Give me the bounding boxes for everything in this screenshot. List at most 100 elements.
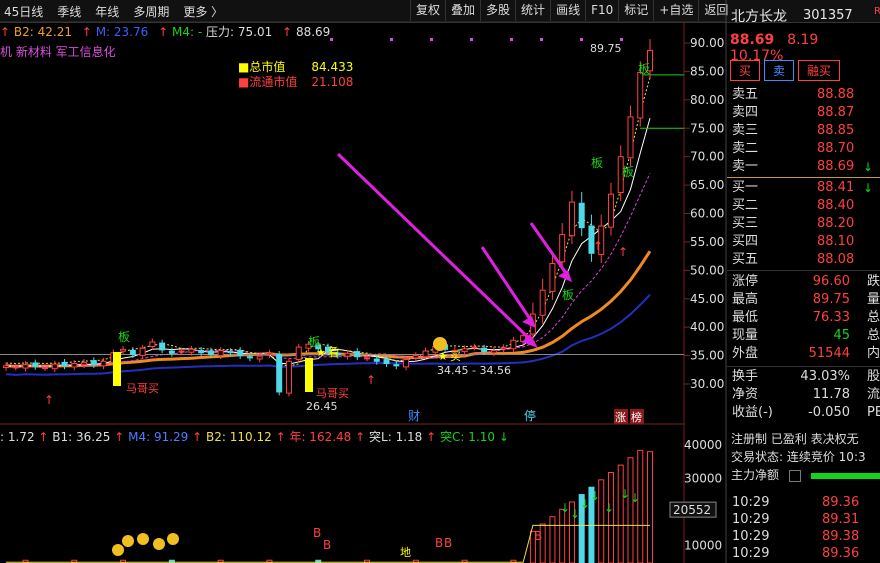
candle-body (90, 360, 97, 366)
dropdown-icon[interactable] (788, 469, 801, 482)
signal-bar (113, 352, 121, 386)
down-arrow-icon: ↓ (863, 160, 874, 174)
sell-button[interactable]: 卖 (764, 60, 795, 81)
stat-label: 最低 (732, 310, 759, 325)
ask-price: 88.88 (817, 87, 855, 102)
board-label: 板 (562, 288, 574, 302)
quote-stats: 涨停 96.60 跌 最高 89.75 量 最低 76.33 总 现量 45 总 外盘 51544… (727, 273, 880, 363)
m-value: M: 23.76 (95, 25, 149, 39)
candle-body (354, 351, 361, 358)
smiley-icon (137, 533, 149, 545)
volume-bar (607, 471, 614, 563)
square-icon: ■ (238, 75, 250, 89)
star-icon: ★ (438, 350, 448, 363)
stat-row: 净资 11.78 流 (727, 386, 880, 404)
last-arrow-icon: ↑ (282, 25, 293, 39)
candle-body (412, 355, 419, 359)
candle-body (207, 350, 214, 355)
price-axis: 90.00 85.00 80.00 75.00 70.00 65.00 60.00 55.00… (684, 36, 724, 391)
ma-white-line (5, 117, 651, 367)
down-arrow-icon: ↓ (590, 489, 600, 503)
annotation-arrow (480, 246, 534, 323)
tick-row: 10:29 89.36 (727, 494, 880, 511)
tick-price: 89.38 (822, 529, 860, 544)
finance-label: 财 (408, 409, 420, 423)
volume-axis-label: 10000 (684, 539, 722, 553)
stat-tail: 量 (867, 292, 880, 307)
board-label: 板 (622, 165, 634, 179)
candle-body (168, 350, 175, 354)
price-axis-label: 55.00 (690, 235, 724, 249)
up-arrow-icon: ↑ (192, 430, 203, 444)
ask-price: 88.87 (817, 105, 855, 120)
float-cap-value: 21.108 (311, 75, 354, 89)
price-axis-label: 30.00 (690, 377, 724, 391)
b-signal-label: B (435, 536, 443, 550)
square-icon: ■ (238, 60, 250, 74)
candle-body (100, 360, 107, 367)
stat-value: 89.75 (812, 292, 850, 307)
m-arrow-icon: ↑ (81, 25, 92, 39)
volume-bar (637, 449, 644, 563)
main-net-amount[interactable]: 主力净额 (727, 466, 880, 484)
legend-a: : 1.72 (0, 430, 35, 444)
kline-chart[interactable]: 90.00 85.00 80.00 75.00 70.00 65.00 60.00 55.00… (0, 0, 727, 563)
mage-buy-label: 马哥买 (126, 382, 159, 395)
stock-code: 301357 (803, 8, 853, 23)
up-arrow-icon: ↑ (275, 430, 286, 444)
b-signal-label: B (323, 538, 331, 552)
legend-tl: 突L: 1.18 (369, 430, 423, 444)
candle-body (217, 349, 224, 357)
ask-row: 卖四 88.87 (727, 104, 880, 122)
down-arrow-icon: ↓ (620, 487, 630, 501)
price-axis-label: 40.00 (690, 320, 724, 334)
candle-body (364, 357, 371, 360)
candle-body (256, 355, 263, 360)
chart-labels: 89.75 26.45 34.45 - 34.56 板 板 板 板 板 板 马哥… (44, 38, 650, 559)
ask-label: 卖四 (732, 105, 759, 120)
candle-body (578, 202, 585, 229)
ask-price: 88.85 (817, 123, 855, 138)
stat-tail: 内 (867, 346, 880, 361)
candle-body (295, 346, 302, 361)
candle-body (373, 358, 380, 362)
legend-m4: M4: 91.29 (128, 430, 189, 444)
marker-dot (540, 38, 543, 41)
candle-body (393, 364, 400, 367)
down-arrow-icon: ↓ (498, 430, 509, 444)
candle-body (159, 342, 166, 351)
main-net-label: 主力净额 (731, 468, 780, 482)
candle-body (568, 201, 575, 237)
price-axis-label: 70.00 (690, 150, 724, 164)
bid-price: 88.40 (817, 198, 855, 213)
ask-row: 卖三 88.85 (727, 122, 880, 140)
ask-label: 卖二 (732, 141, 759, 156)
down-arrow-icon: ↓ (570, 507, 580, 521)
smiley-icon (167, 533, 179, 545)
price-axis-label: 50.00 (690, 263, 724, 277)
legend-b1: B1: 36.25 (52, 430, 111, 444)
candle-body (344, 352, 351, 357)
ask-price: 88.69 (817, 159, 855, 174)
indicator-legend-top: ↑ B2: 42.21 ↑ M: 23.76 ↑ M4: - 压力: 75.01… (0, 23, 330, 40)
buy-button[interactable]: 买 (730, 60, 761, 81)
smiley-icon (153, 538, 165, 550)
margin-buy-button[interactable]: 融买 (798, 60, 841, 81)
price-axis-label: 75.00 (690, 121, 724, 135)
tick-row: 10:29 89.31 (727, 511, 880, 528)
stat-value: 11.78 (812, 387, 850, 402)
candle-body (500, 347, 507, 350)
board-label: 板 (638, 62, 650, 76)
candle-body (139, 347, 146, 357)
candle-body (471, 346, 478, 349)
tick-time: 10:29 (732, 546, 770, 561)
candle-body (51, 363, 58, 370)
buy-signal-label: 买 (450, 350, 461, 363)
marker-dot (580, 38, 583, 41)
range-label: 34.45 - 34.56 (437, 364, 511, 377)
tick-list: 10:29 89.36 10:29 89.31 10:29 89.38 10:29 89… (727, 494, 880, 562)
stat-value: -0.050 (808, 405, 850, 420)
bid-price: 88.41 (817, 180, 855, 195)
volume-bar (617, 464, 624, 563)
signal-bar (305, 358, 313, 392)
